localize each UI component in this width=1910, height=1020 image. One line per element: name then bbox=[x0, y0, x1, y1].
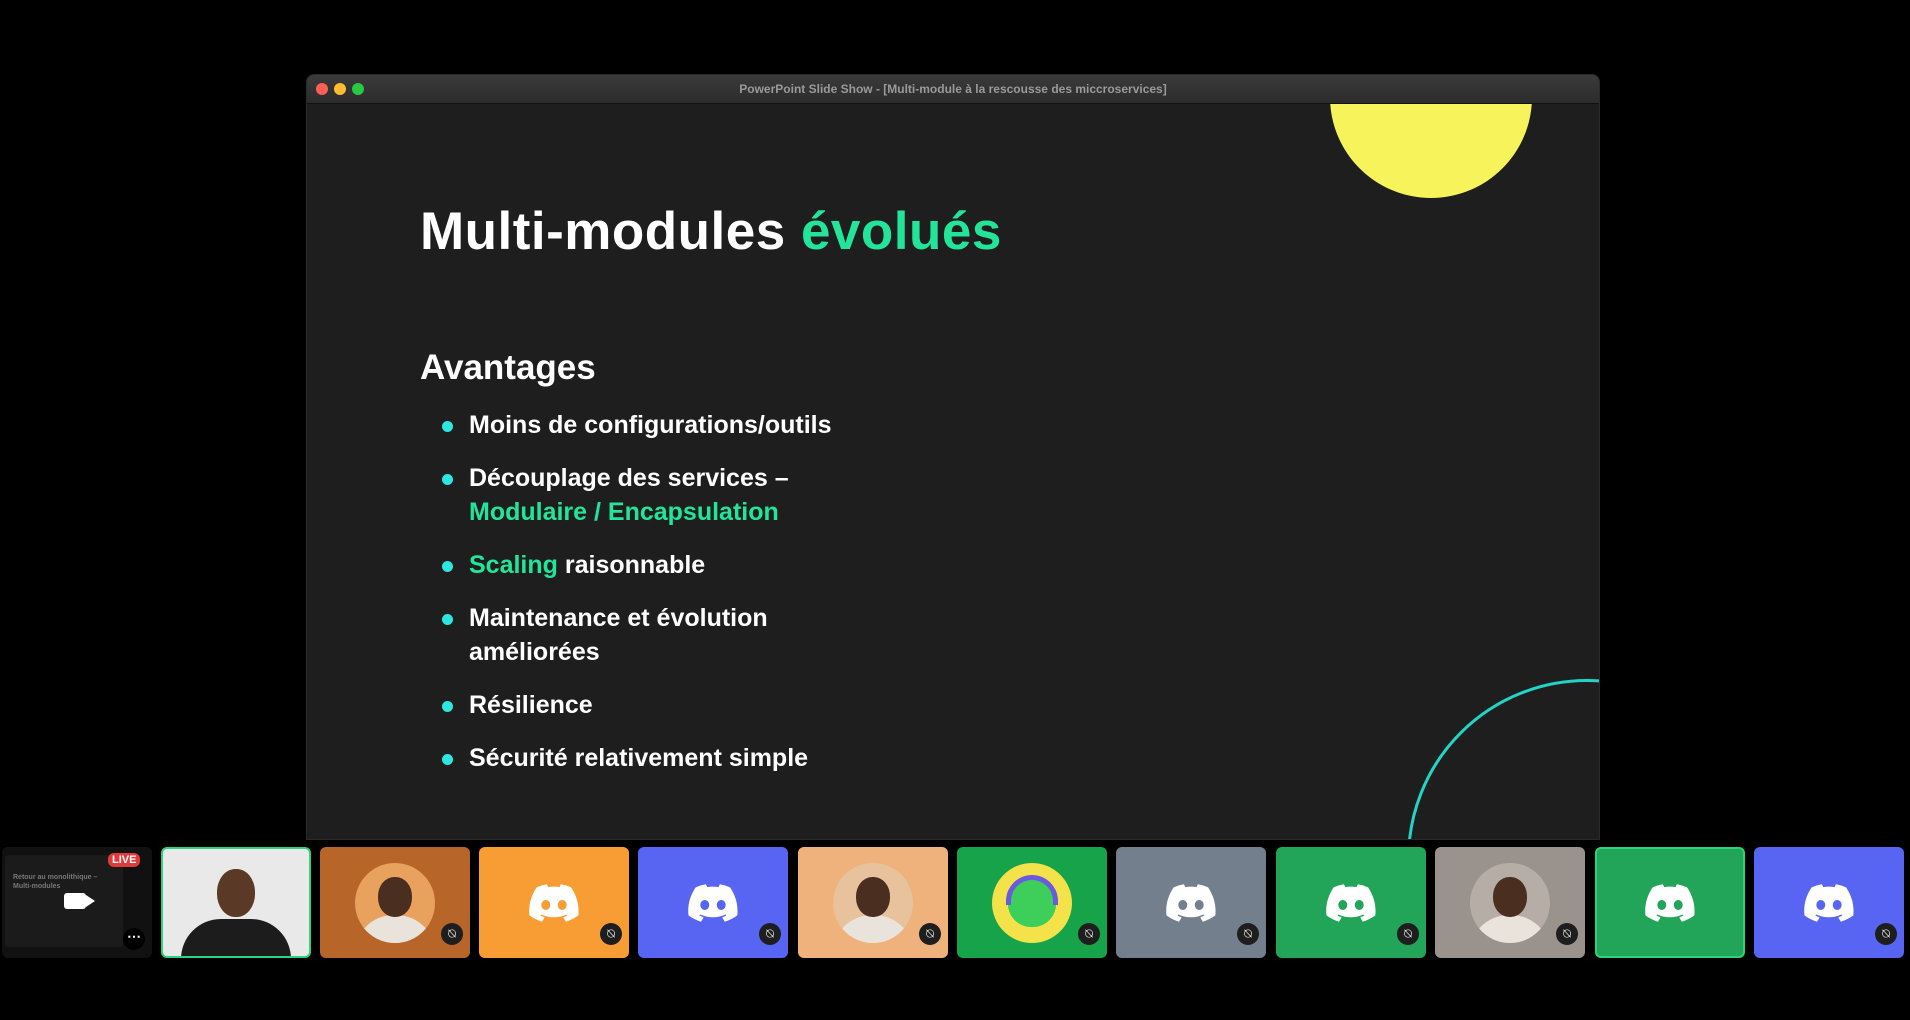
bullet-item: Découplage des services – Modulaire / En… bbox=[442, 461, 869, 529]
bullet-text: Découplage des services – bbox=[469, 464, 789, 492]
muted-microphone-icon: ⍉ bbox=[1397, 923, 1419, 945]
bullet-dot bbox=[442, 754, 453, 765]
slide-title-main: Multi-modules bbox=[420, 202, 786, 261]
muted-microphone-icon: ⍉ bbox=[441, 923, 463, 945]
participant-tile[interactable]: ⍉ bbox=[479, 847, 629, 958]
decorative-yellow-circle bbox=[1330, 104, 1532, 198]
avatar-body-shape bbox=[833, 915, 913, 943]
discord-logo-icon bbox=[1645, 883, 1695, 922]
more-options-button[interactable]: ⋯ bbox=[123, 928, 145, 950]
participant-tile[interactable]: ⍉ bbox=[1435, 847, 1585, 958]
bullet-dot bbox=[442, 614, 453, 625]
bullet-text-line2: améliorées bbox=[469, 638, 600, 666]
participant-tile[interactable]: ⍉ bbox=[1754, 847, 1904, 958]
live-badge: LIVE bbox=[108, 853, 141, 867]
bullet-text: Moins de configurations/outils bbox=[469, 411, 832, 439]
avatar bbox=[1470, 863, 1550, 943]
avatar-head-shape bbox=[856, 877, 890, 917]
bullet-dot bbox=[442, 561, 453, 572]
bullet-dot bbox=[442, 421, 453, 432]
participant-tile[interactable]: ⍉ bbox=[957, 847, 1107, 958]
participant-tile[interactable]: ⍉ bbox=[320, 847, 470, 958]
bullet-line: Scaling raisonnable bbox=[469, 548, 869, 582]
stream-preview-title: Retour au monolithique – bbox=[13, 874, 98, 881]
bullet-text: raisonnable bbox=[557, 551, 706, 579]
muted-microphone-icon: ⍉ bbox=[1556, 923, 1578, 945]
muted-microphone-icon: ⍉ bbox=[919, 923, 941, 945]
bullet-item: Sécurité relativement simple bbox=[442, 741, 869, 775]
mascot-avatar bbox=[992, 863, 1072, 943]
discord-logo-icon bbox=[688, 883, 738, 922]
muted-microphone-icon: ⍉ bbox=[1237, 923, 1259, 945]
stream-tile[interactable]: Retour au monolithique – Multi-modules L… bbox=[2, 847, 152, 958]
muted-microphone-icon: ⍉ bbox=[759, 923, 781, 945]
bullet-text: Résilience bbox=[469, 691, 593, 719]
stream-preview-text: Retour au monolithique – Multi-modules bbox=[13, 873, 97, 891]
slide[interactable]: Multi-modules évolués Avantages Moins de… bbox=[307, 104, 1599, 839]
bullet-item: Moins de configurations/outils bbox=[442, 408, 869, 442]
avatar-body-shape bbox=[355, 915, 435, 943]
participant-tile[interactable]: ⍉ bbox=[1116, 847, 1266, 958]
participant-tile[interactable]: ⍉ bbox=[1276, 847, 1426, 958]
muted-microphone-icon: ⍉ bbox=[1875, 923, 1897, 945]
bullet-item: Scaling raisonnable bbox=[442, 548, 869, 582]
discord-logo-icon bbox=[1326, 883, 1376, 922]
webcam-person-body bbox=[181, 919, 291, 956]
bullet-dot bbox=[442, 701, 453, 712]
avatar-head-shape bbox=[378, 877, 412, 917]
bullet-item: Résilience bbox=[442, 688, 869, 722]
bullet-accent-text: Scaling bbox=[469, 551, 558, 579]
discord-logo-icon bbox=[1166, 883, 1216, 922]
muted-microphone-icon: ⍉ bbox=[600, 923, 622, 945]
participant-tile[interactable]: ⍉ bbox=[638, 847, 788, 958]
video-camera-icon bbox=[64, 893, 95, 909]
participant-tile[interactable]: ⍉ bbox=[798, 847, 948, 958]
bullet-item: Maintenance et évolution améliorées bbox=[442, 601, 869, 669]
webcam-person-head bbox=[217, 869, 255, 917]
avatar bbox=[355, 863, 435, 943]
slideshow-window: PowerPoint Slide Show - [Multi-module à … bbox=[307, 75, 1599, 839]
window-title: PowerPoint Slide Show - [Multi-module à … bbox=[739, 82, 1167, 96]
bullet-list: Moins de configurations/outils Découplag… bbox=[442, 408, 869, 794]
participant-tile[interactable] bbox=[1595, 847, 1745, 958]
participant-strip: Retour au monolithique – Multi-modules L… bbox=[0, 847, 1910, 958]
bullet-text: Sécurité relativement simple bbox=[469, 744, 809, 772]
bullet-text: Maintenance et évolution bbox=[469, 604, 768, 632]
muted-microphone-icon: ⍉ bbox=[1078, 923, 1100, 945]
bullet-accent-text: Modulaire / Encapsulation bbox=[469, 498, 779, 526]
discord-logo-icon bbox=[1804, 883, 1854, 922]
participant-tile[interactable] bbox=[161, 847, 311, 958]
bullet-dot bbox=[442, 474, 453, 485]
discord-logo-icon bbox=[529, 883, 579, 922]
avatar bbox=[833, 863, 913, 943]
headphones-icon bbox=[1006, 875, 1058, 905]
avatar-head-shape bbox=[1493, 877, 1527, 917]
section-heading: Avantages bbox=[420, 348, 596, 387]
slide-title: Multi-modules évolués bbox=[420, 201, 1002, 262]
slide-title-accent: évolués bbox=[800, 202, 1002, 261]
stream-preview-subtitle: Multi-modules bbox=[13, 883, 61, 890]
decorative-teal-ring bbox=[1407, 679, 1599, 839]
avatar-body-shape bbox=[1470, 915, 1550, 943]
window-titlebar[interactable]: PowerPoint Slide Show - [Multi-module à … bbox=[307, 75, 1599, 104]
